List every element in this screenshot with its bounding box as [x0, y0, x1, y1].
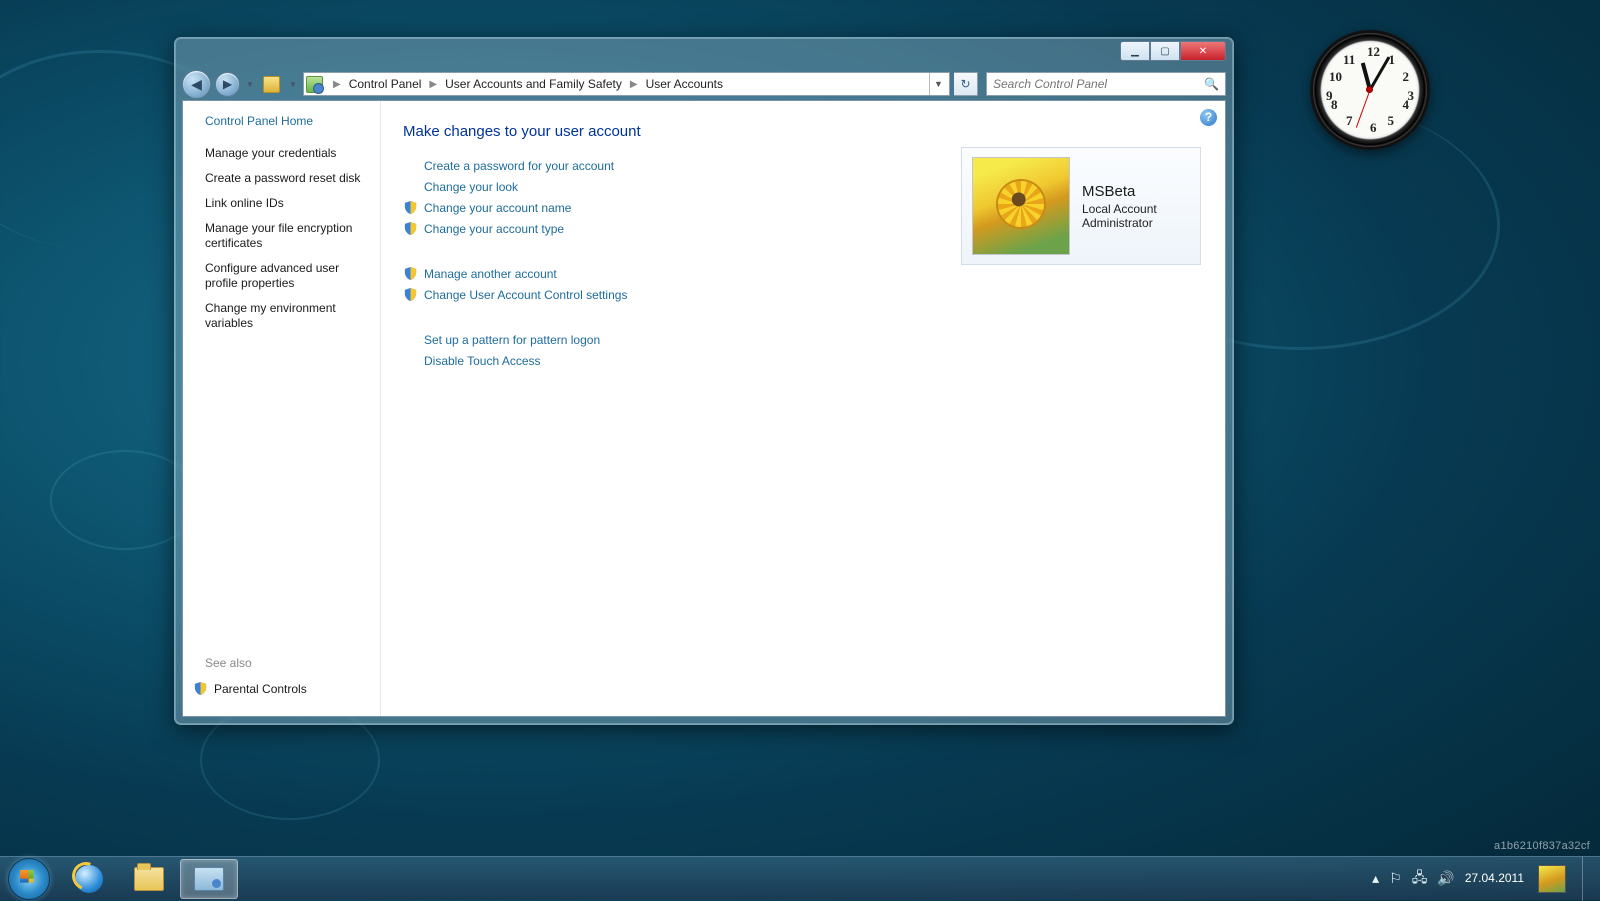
account-name: MSBeta — [1082, 183, 1157, 200]
maximize-button[interactable]: ▢ — [1150, 41, 1180, 61]
nav-history-dropdown[interactable]: ▼ — [244, 71, 256, 98]
sidebar-link-encryption-certs[interactable]: Manage your file encryption certificates — [205, 221, 370, 251]
see-also-label: See also — [205, 656, 252, 670]
taskbar: ▴ ⚐ 🖧 🔊 27.04.2011 — [0, 856, 1600, 900]
action-pattern-logon[interactable]: Set up a pattern for pattern logon — [424, 333, 600, 347]
main-content-pane: ? Make changes to your user account Crea… — [381, 101, 1225, 716]
action-manage-another[interactable]: Manage another account — [424, 267, 557, 281]
control-panel-icon — [194, 867, 224, 891]
left-navigation-pane: Control Panel Home Manage your credentia… — [183, 101, 381, 716]
sidebar-link-profile-props[interactable]: Configure advanced user profile properti… — [205, 261, 370, 291]
help-icon[interactable]: ? — [1200, 109, 1217, 126]
search-icon[interactable]: 🔍 — [1204, 77, 1219, 91]
shield-icon — [403, 200, 418, 215]
tray-action-center-icon[interactable]: ⚐ — [1389, 870, 1402, 887]
shield-icon — [403, 266, 418, 281]
folder-icon[interactable] — [263, 76, 280, 93]
ie-icon — [75, 865, 103, 893]
address-dropdown[interactable]: ▼ — [929, 73, 947, 95]
start-button[interactable] — [8, 858, 50, 900]
account-picture[interactable] — [972, 157, 1070, 255]
chevron-right-icon: ▶ — [625, 79, 643, 90]
show-desktop-button[interactable] — [1582, 857, 1592, 901]
sidebar-link-credentials[interactable]: Manage your credentials — [205, 146, 370, 161]
build-watermark: a1b6210f837a32cf — [1494, 840, 1590, 852]
tray-network-icon[interactable]: 🖧 — [1412, 867, 1428, 891]
action-create-password[interactable]: Create a password for your account — [424, 159, 614, 173]
search-box[interactable]: 🔍 — [986, 72, 1226, 96]
minimize-button[interactable]: ▁ — [1120, 41, 1150, 61]
shield-icon — [193, 681, 208, 696]
action-disable-touch[interactable]: Disable Touch Access — [424, 354, 541, 368]
account-card: MSBeta Local Account Administrator — [961, 147, 1201, 265]
breadcrumb-control-panel[interactable]: Control Panel — [346, 77, 425, 91]
tray-user-picture[interactable] — [1538, 865, 1566, 893]
breadcrumb-user-accounts[interactable]: User Accounts — [643, 77, 726, 91]
folder-dropdown[interactable]: ▼ — [287, 71, 299, 98]
close-button[interactable]: ✕ — [1180, 41, 1226, 61]
sidebar-link-online-ids[interactable]: Link online IDs — [205, 196, 370, 211]
breadcrumb-user-accounts-family[interactable]: User Accounts and Family Safety — [442, 77, 625, 91]
address-bar[interactable]: ▶ Control Panel ▶ User Accounts and Fami… — [303, 72, 950, 96]
account-role: Administrator — [1082, 216, 1157, 230]
control-panel-window: ▁ ▢ ✕ ◀ ▶ ▼ ▼ ▶ Control Panel ▶ User Acc… — [174, 37, 1234, 725]
nav-forward-button[interactable]: ▶ — [215, 72, 240, 97]
taskbar-ie[interactable] — [60, 859, 118, 899]
chevron-right-icon: ▶ — [424, 79, 442, 90]
action-change-look[interactable]: Change your look — [424, 180, 518, 194]
clock-center — [1366, 86, 1373, 93]
action-uac-settings[interactable]: Change User Account Control settings — [424, 288, 627, 302]
action-change-name[interactable]: Change your account name — [424, 201, 571, 215]
parental-controls-link[interactable]: Parental Controls — [193, 681, 307, 696]
action-group-3: Set up a pattern for pattern logon Disab… — [403, 332, 1203, 368]
refresh-button[interactable]: ↻ — [954, 72, 978, 96]
page-title: Make changes to your user account — [403, 123, 1203, 140]
chevron-right-icon: ▶ — [328, 79, 346, 90]
account-info: MSBeta Local Account Administrator — [1082, 183, 1157, 230]
explorer-icon — [134, 867, 164, 891]
clock-second-hand — [1356, 90, 1371, 128]
parental-controls-label: Parental Controls — [214, 682, 307, 696]
control-panel-icon — [306, 76, 323, 93]
tray-clock[interactable]: 27.04.2011 — [1465, 871, 1524, 886]
action-change-type[interactable]: Change your account type — [424, 222, 564, 236]
clock-face: 12 1 2 3 4 5 6 7 8 9 10 11 — [1323, 43, 1417, 137]
clock-gadget[interactable]: 12 1 2 3 4 5 6 7 8 9 10 11 — [1310, 30, 1430, 150]
sidebar-link-env-vars[interactable]: Change my environment variables — [205, 301, 370, 331]
taskbar-explorer[interactable] — [120, 859, 178, 899]
shield-icon — [403, 221, 418, 236]
tray-date: 27.04.2011 — [1465, 871, 1524, 886]
system-tray: ▴ ⚐ 🖧 🔊 27.04.2011 — [1372, 857, 1592, 901]
taskbar-control-panel[interactable] — [180, 859, 238, 899]
tray-show-hidden-icon[interactable]: ▴ — [1372, 870, 1379, 887]
tray-volume-icon[interactable]: 🔊 — [1437, 870, 1454, 887]
account-type: Local Account — [1082, 202, 1157, 216]
clock-minute-hand — [1369, 56, 1391, 90]
nav-back-button[interactable]: ◀ — [182, 70, 211, 99]
sidebar-link-password-reset[interactable]: Create a password reset disk — [205, 171, 370, 186]
search-input[interactable] — [993, 77, 1204, 91]
control-panel-home-link[interactable]: Control Panel Home — [205, 114, 370, 128]
shield-icon — [403, 287, 418, 302]
action-group-2: Manage another account Change User Accou… — [403, 266, 1203, 302]
